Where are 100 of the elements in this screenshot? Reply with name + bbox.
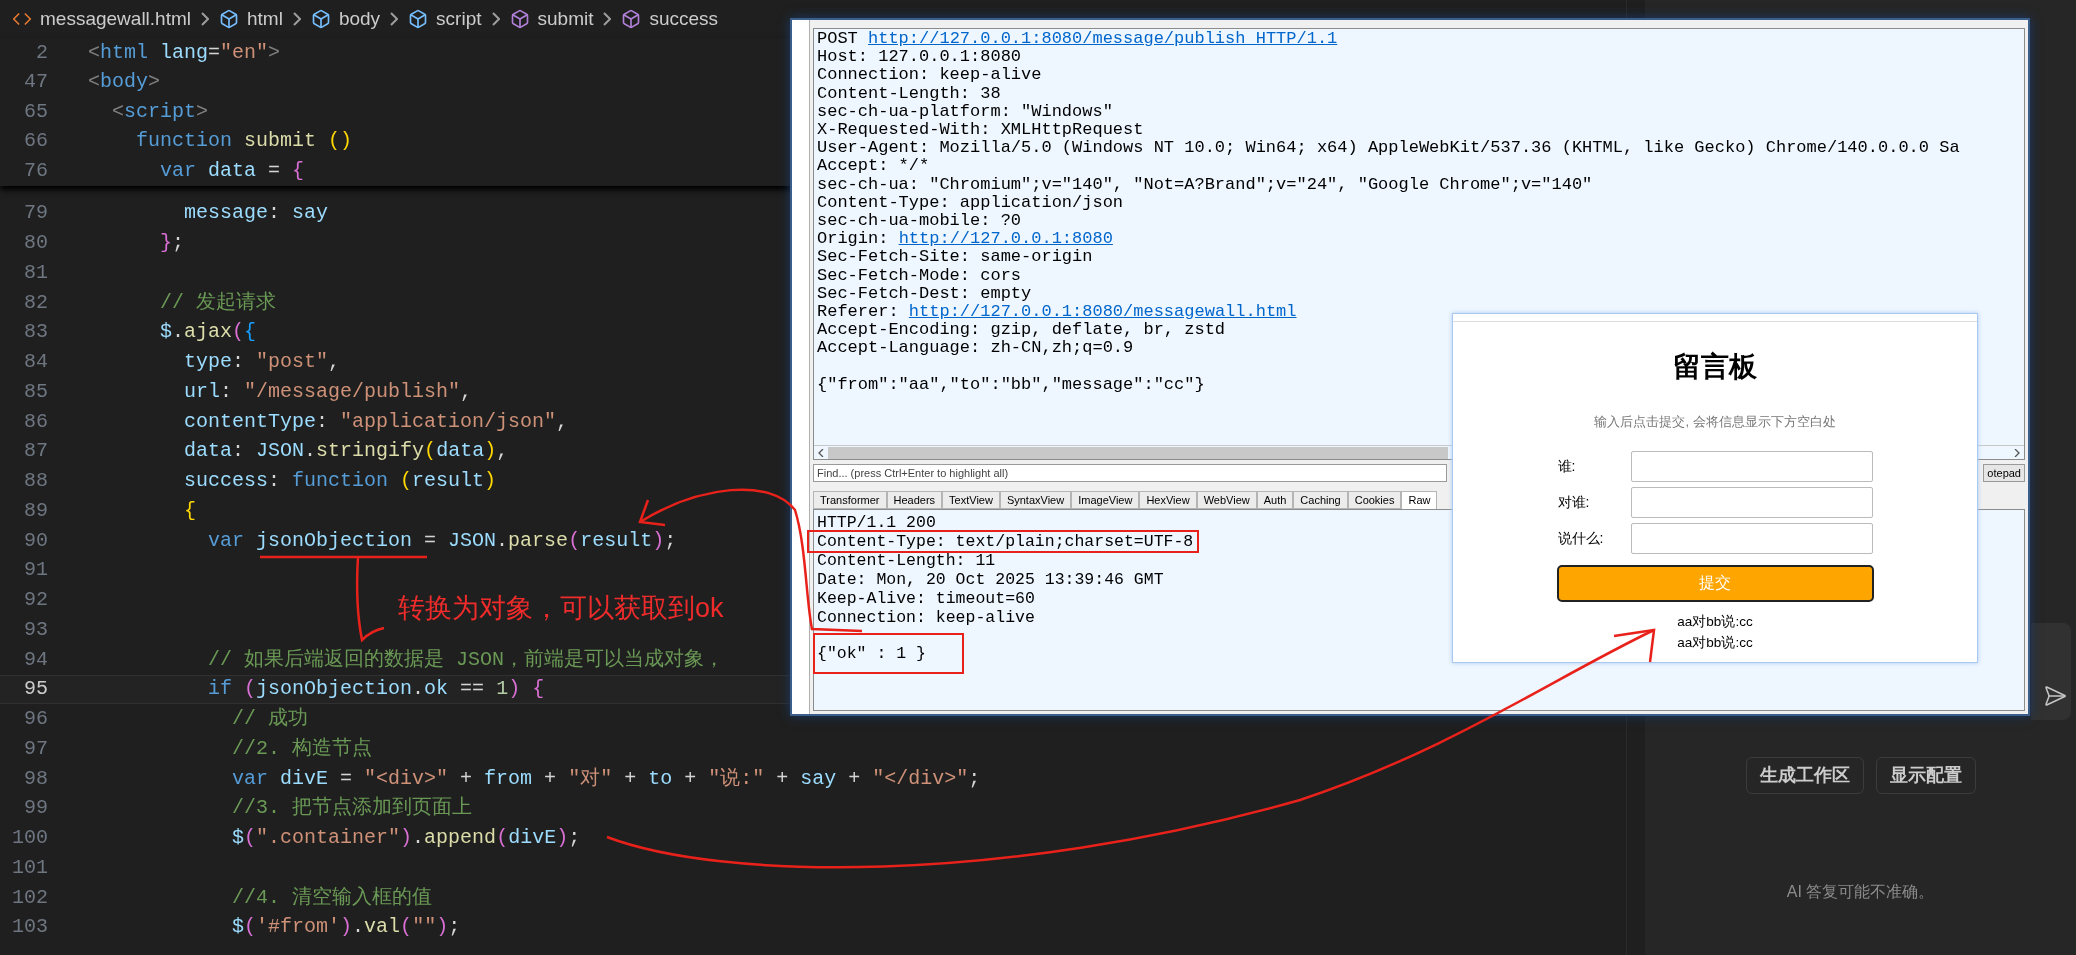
inspector-tab[interactable]: HexView — [1139, 491, 1197, 509]
scroll-left-icon[interactable] — [818, 448, 824, 457]
breadcrumb-item[interactable]: messagewall.html — [40, 4, 191, 34]
inspector-tab[interactable]: Headers — [886, 491, 943, 509]
line-number: 102 — [11, 884, 48, 911]
header-line: Accept-Language: zh-CN,zh;q=0.9 — [817, 338, 1134, 358]
cube-icon — [310, 9, 331, 29]
inspector-tab[interactable]: Transformer — [813, 491, 887, 509]
line-number: 76 — [23, 157, 48, 184]
header-line: sec-ch-ua: "Chromium";v="140", "Not=A?Brand";v="24", "Google Chrome";v="140" — [817, 174, 1593, 194]
field-label: 对谁: — [1557, 492, 1591, 512]
header-line: Content-Type: text/plain;charset=UTF-8 — [817, 532, 1194, 551]
inspector-tab[interactable]: Raw — [1401, 491, 1438, 509]
scroll-right-icon[interactable] — [2014, 448, 2020, 457]
code-line: if (jsonObjection.ok == 1) { — [207, 676, 545, 703]
input-field[interactable] — [1630, 522, 1873, 554]
cube-icon — [219, 9, 239, 29]
input-field[interactable] — [1630, 450, 1873, 482]
code-line: function submit () — [135, 128, 353, 155]
code-line: { — [183, 497, 197, 524]
header-line: HTTP/1.1 200 — [817, 513, 936, 532]
header-line: Host: 127.0.0.1:8080 — [817, 47, 1022, 67]
cube-icon — [408, 9, 429, 29]
line-number: 100 — [11, 825, 48, 852]
header-line: Sec-Fetch-Dest: empty — [817, 283, 1032, 303]
body-text: {"ok" : 1 } — [817, 644, 926, 663]
line-number: 92 — [23, 587, 48, 614]
chevron-icon — [292, 12, 301, 26]
url-link[interactable]: http://127.0.0.1:8080 — [898, 230, 1113, 249]
cube-icon — [621, 9, 642, 29]
code-line: <html lang="en"> — [88, 39, 281, 66]
line-number: 96 — [23, 706, 48, 733]
breadcrumb-item[interactable]: success — [649, 4, 719, 34]
url-link[interactable]: http://127.0.0.1:8080/messagewall.html — [908, 303, 1297, 322]
panel-button[interactable]: 显示配置 — [1875, 757, 1976, 794]
find-field[interactable]: Find... (press Ctrl+Enter to highlight all) — [813, 464, 1448, 482]
chat-input-box[interactable] — [2031, 623, 2071, 720]
breadcrumb-item[interactable]: html — [247, 4, 283, 34]
line-number: 99 — [23, 795, 48, 822]
scrollbar-thumb[interactable] — [828, 446, 1448, 459]
breadcrumb-item[interactable]: submit — [537, 4, 594, 34]
breadcrumb-item[interactable]: body — [338, 4, 381, 34]
inspector-tab[interactable]: TextView — [942, 491, 1000, 509]
code-line: // 如果后端返回的数据是 JSON，前端是可以当成对象， — [207, 646, 725, 673]
inspector-tab[interactable]: SyntaxView — [999, 491, 1072, 509]
header-line: Date: Mon, 20 Oct 2025 13:39:46 GMT — [817, 570, 1164, 589]
header-name: POST — [817, 30, 859, 49]
line-number: 79 — [23, 200, 48, 227]
inspector-tab[interactable]: Cookies — [1347, 491, 1402, 509]
chevron-icon — [390, 12, 399, 26]
annotation-text: 转换为对象，可以获取到ok — [398, 592, 724, 625]
line-number: 91 — [23, 557, 48, 584]
chevron-icon — [491, 12, 500, 26]
code-line: $('#from').val(""); — [231, 914, 461, 941]
header-line: Connection: keep-alive — [817, 65, 1042, 85]
line-number: 90 — [23, 527, 48, 554]
url-link[interactable]: http://127.0.0.1:8080/message/publish HTTP/1.1 — [868, 30, 1338, 49]
line-number: 93 — [23, 616, 48, 643]
line-number: 81 — [23, 259, 48, 286]
line-number: 103 — [11, 914, 48, 941]
chevron-icon — [603, 12, 612, 26]
code-line: url: "/message/publish", — [183, 378, 473, 405]
code-line: var jsonObjection = JSON.parse(result); — [207, 527, 677, 554]
code-line: contentType: "application/json", — [183, 408, 569, 435]
line-number: 82 — [23, 289, 48, 316]
line-number: 98 — [23, 765, 48, 792]
inspector-tab[interactable]: Auth — [1256, 491, 1294, 509]
line-number: 83 — [23, 319, 48, 346]
message-entry: aa对bb说:cc — [1677, 633, 1753, 652]
inspector-tab[interactable]: WebView — [1196, 491, 1257, 509]
line-number: 94 — [23, 646, 48, 673]
breadcrumb-item[interactable]: script — [436, 4, 482, 34]
chevron-icon — [201, 12, 209, 26]
line-number: 97 — [23, 735, 48, 762]
header-line: Connection: keep-alive — [817, 608, 1035, 627]
inspector-tab[interactable]: Caching — [1293, 491, 1348, 509]
line-number: 80 — [23, 230, 48, 257]
line-number: 85 — [23, 378, 48, 405]
code-line: $(".container").append(divE); — [231, 825, 581, 852]
inspector-tab[interactable]: ImageView — [1071, 491, 1140, 509]
code-line: // 成功 — [231, 706, 309, 733]
send-icon[interactable] — [2043, 683, 2067, 708]
line-number: 86 — [23, 408, 48, 435]
header-line: User-Agent: Mozilla/5.0 (Windows NT 10.0; Win64; x64) AppleWebKit/537.36 (KHTML, like Gecko) Chrome/140.0.0.0 Sa — [817, 138, 1960, 158]
header-line: Sec-Fetch-Mode: cors — [817, 265, 1022, 285]
code-line: var divE = "<div>" + from + "对" + to + "说:" + say + "</div>"; — [231, 765, 981, 792]
line-number: 84 — [23, 349, 48, 376]
input-field[interactable] — [1630, 486, 1873, 518]
panel-button[interactable]: 生成工作区 — [1745, 757, 1864, 794]
notepad-button[interactable]: otepad — [1983, 464, 2025, 482]
line-number: 87 — [23, 438, 48, 465]
code-line: $.ajax({ — [159, 319, 257, 346]
code-line: //4. 清空输入框的值 — [231, 884, 433, 911]
disclaimer-text: AI 答复可能不准确。 — [1786, 882, 1935, 902]
header-line: sec-ch-ua-platform: "Windows" — [817, 101, 1113, 121]
line-number: 95 — [23, 676, 48, 703]
message-entry: aa对bb说:cc — [1677, 612, 1753, 631]
header-line: Content-Length: 38 — [817, 83, 1001, 103]
code-line: //3. 把节点添加到页面上 — [231, 795, 473, 822]
code-line: data: JSON.stringify(data), — [183, 438, 509, 465]
